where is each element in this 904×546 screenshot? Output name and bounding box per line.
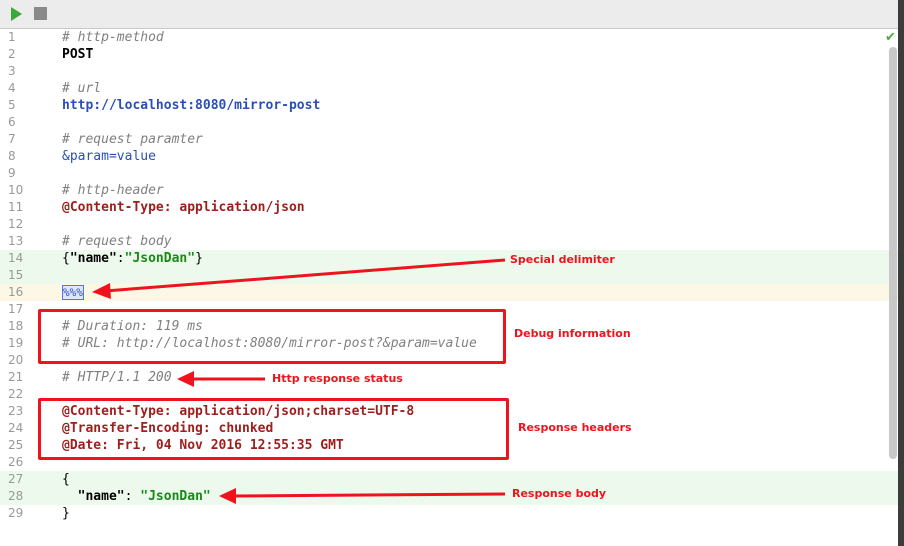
label-special-delimiter: Special delimiter <box>510 253 615 266</box>
arrowhead-response-body <box>219 488 236 504</box>
annotation-arrows <box>92 258 506 504</box>
arrow-special-delimiter <box>104 258 506 293</box>
label-response-body: Response body <box>512 487 607 500</box>
label-response-headers: Response headers <box>518 421 632 434</box>
label-debug-information: Debug information <box>514 327 631 340</box>
label-http-response-status: Http response status <box>272 372 403 385</box>
arrowhead-special-delimiter <box>92 283 111 299</box>
arrow-response-body <box>231 492 506 498</box>
arrowhead-response-status <box>177 371 194 387</box>
